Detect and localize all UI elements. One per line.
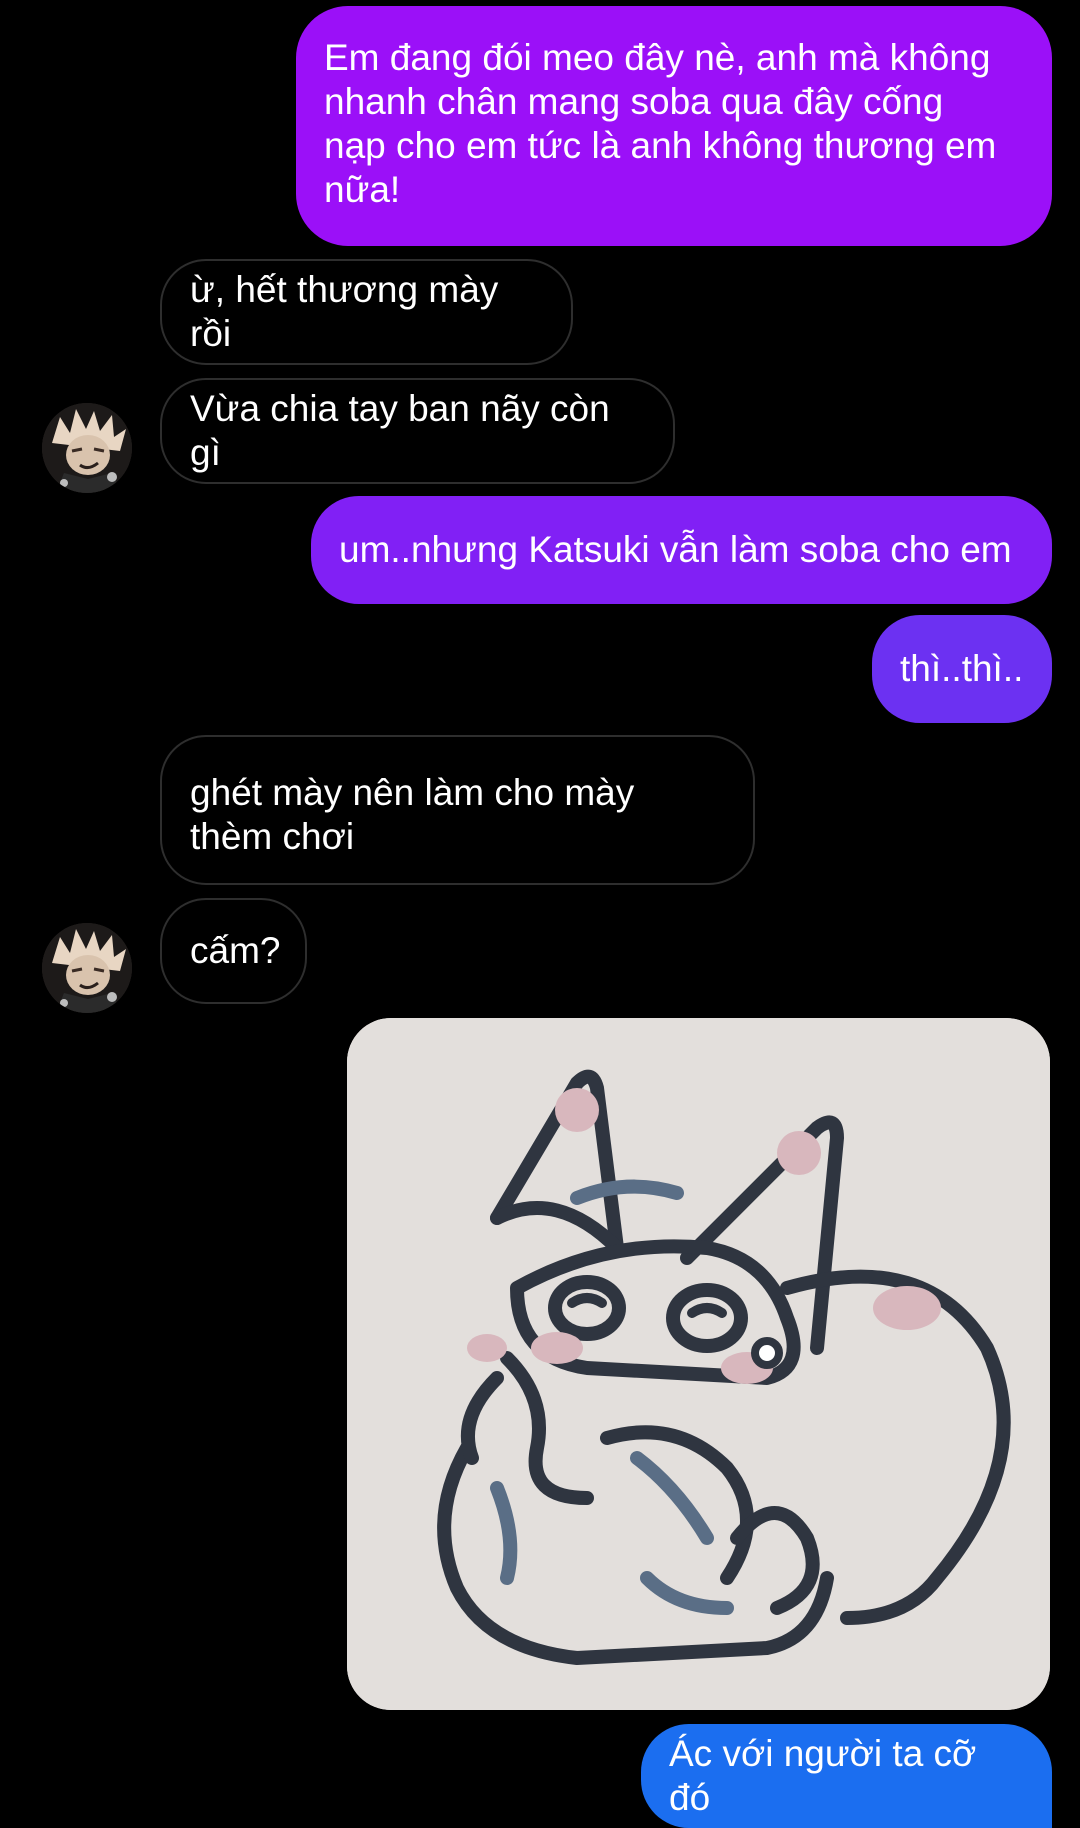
incoming-message-bubble[interactable]: ghét mày nên làm cho mày thèm chơi — [160, 735, 755, 885]
contact-avatar[interactable] — [42, 923, 132, 1013]
outgoing-message-bubble[interactable]: thì..thì.. — [872, 615, 1052, 723]
outgoing-message-bubble[interactable]: Em đang đói meo đây nè, anh mà không nha… — [296, 6, 1052, 246]
outgoing-message-bubble[interactable]: um..nhưng Katsuki vẫn làm soba cho em — [311, 496, 1052, 604]
outgoing-message-bubble[interactable]: Ác với người ta cỡ đó — [641, 1724, 1052, 1828]
incoming-message-bubble[interactable]: ừ, hết thương mày rồi — [160, 259, 573, 365]
message-text: Vừa chia tay ban nãy còn gì — [190, 388, 610, 473]
message-text: thì..thì.. — [900, 648, 1024, 689]
image-message[interactable] — [347, 1018, 1050, 1710]
message-text: um..nhưng Katsuki vẫn làm soba cho em — [339, 529, 1012, 570]
contact-avatar[interactable] — [42, 403, 132, 493]
message-text: cấm? — [190, 930, 281, 971]
incoming-message-bubble[interactable]: cấm? — [160, 898, 307, 1004]
avatar-image — [42, 403, 132, 493]
message-text: Em đang đói meo đây nè, anh mà không nha… — [324, 37, 997, 210]
message-text: ghét mày nên làm cho mày thèm chơi — [190, 772, 635, 857]
message-text: ừ, hết thương mày rồi — [190, 269, 499, 354]
incoming-message-bubble[interactable]: Vừa chia tay ban nãy còn gì — [160, 378, 675, 484]
message-text: Ác với người ta cỡ đó — [669, 1733, 977, 1818]
avatar-image — [42, 923, 132, 1013]
crying-cat-sticker-icon — [347, 1018, 1050, 1710]
